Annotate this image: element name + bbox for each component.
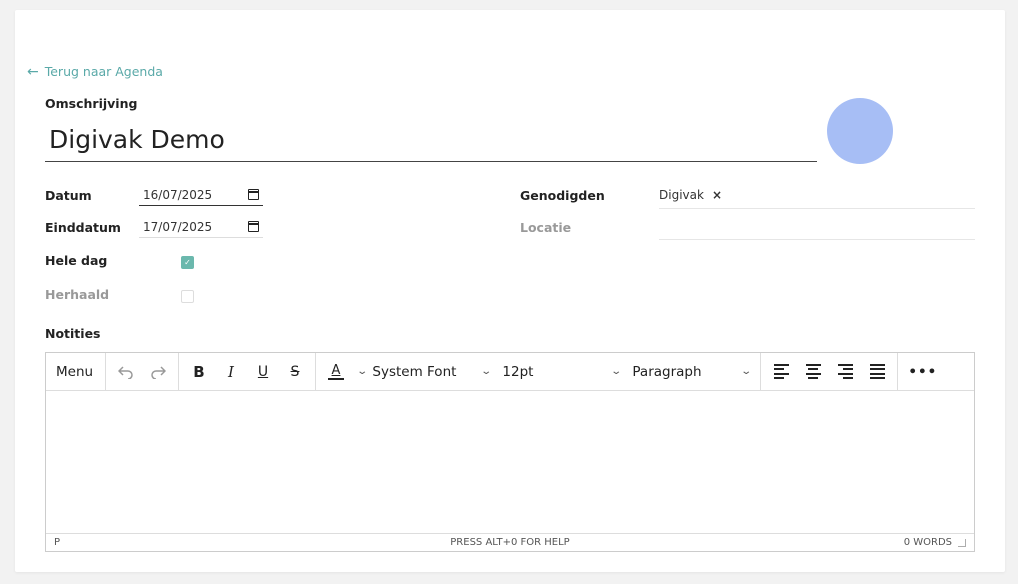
event-card: ← Terug naar Agenda Omschrijving Datum 1… <box>15 10 1005 572</box>
italic-icon[interactable]: I <box>215 357 247 387</box>
calendar-icon[interactable] <box>248 189 259 200</box>
undo-icon[interactable] <box>110 357 142 387</box>
remove-chip-icon[interactable]: × <box>712 188 722 202</box>
underline-icon[interactable]: U <box>247 357 279 387</box>
editor-content-area[interactable] <box>46 391 974 533</box>
text-color-icon[interactable]: A <box>320 357 352 387</box>
font-family-value: System Font <box>372 363 457 380</box>
block-format-select[interactable]: Paragraph ⌄ <box>626 357 756 387</box>
redo-icon[interactable] <box>142 357 174 387</box>
chevron-down-icon: ⌄ <box>610 366 623 377</box>
invited-chip-label: Digivak <box>659 188 704 202</box>
bold-icon[interactable]: B <box>183 357 215 387</box>
date-label: Datum <box>45 188 92 203</box>
notes-label: Notities <box>45 326 101 341</box>
date-input[interactable]: 16/07/2025 <box>139 184 263 206</box>
font-size-select[interactable]: 12pt ⌄ <box>496 357 626 387</box>
resize-handle-icon[interactable] <box>958 538 966 547</box>
arrow-left-icon: ← <box>27 63 39 80</box>
title-input[interactable] <box>45 118 817 162</box>
chevron-down-icon: ⌄ <box>480 366 493 377</box>
menu-button[interactable]: Menu <box>50 357 99 387</box>
editor-toolbar: Menu B I U S A ⌄ System Font ⌄ 12pt ⌄ Pa… <box>46 353 974 391</box>
align-right-icon[interactable] <box>829 357 861 387</box>
font-family-select[interactable]: System Font ⌄ <box>366 357 496 387</box>
all-day-label: Hele dag <box>45 253 108 268</box>
date-value: 16/07/2025 <box>143 187 213 202</box>
align-center-icon[interactable] <box>797 357 829 387</box>
chevron-down-icon[interactable]: ⌄ <box>356 366 368 377</box>
strikethrough-icon[interactable]: S <box>279 357 311 387</box>
editor-statusbar: P PRESS ALT+0 FOR HELP 0 WORDS <box>46 533 974 551</box>
block-format-value: Paragraph <box>632 363 702 380</box>
location-label: Locatie <box>520 220 572 235</box>
calendar-icon[interactable] <box>248 221 259 232</box>
chevron-down-icon: ⌄ <box>740 366 753 377</box>
invited-input[interactable] <box>659 208 975 209</box>
invited-chip: Digivak × <box>659 188 722 202</box>
repeat-label: Herhaald <box>45 287 110 302</box>
element-path[interactable]: P <box>54 537 60 548</box>
location-input[interactable] <box>659 239 975 240</box>
end-date-input[interactable]: 17/07/2025 <box>139 216 263 238</box>
check-icon: ✓ <box>184 258 191 267</box>
repeat-checkbox[interactable] <box>181 290 194 303</box>
align-justify-icon[interactable] <box>861 357 893 387</box>
description-label: Omschrijving <box>45 96 138 111</box>
back-to-agenda-link[interactable]: ← Terug naar Agenda <box>27 64 163 79</box>
end-date-label: Einddatum <box>45 220 121 235</box>
align-left-icon[interactable] <box>765 357 797 387</box>
rich-text-editor: Menu B I U S A ⌄ System Font ⌄ 12pt ⌄ Pa… <box>45 352 975 552</box>
font-size-value: 12pt <box>502 363 534 380</box>
more-icon[interactable]: ••• <box>902 357 943 387</box>
invited-label: Genodigden <box>520 188 605 203</box>
back-link-label: Terug naar Agenda <box>44 64 163 79</box>
all-day-checkbox[interactable]: ✓ <box>181 256 194 269</box>
avatar <box>827 98 893 164</box>
help-hint: PRESS ALT+0 FOR HELP <box>450 537 570 548</box>
end-date-value: 17/07/2025 <box>143 219 213 234</box>
word-count[interactable]: 0 WORDS <box>904 537 952 548</box>
